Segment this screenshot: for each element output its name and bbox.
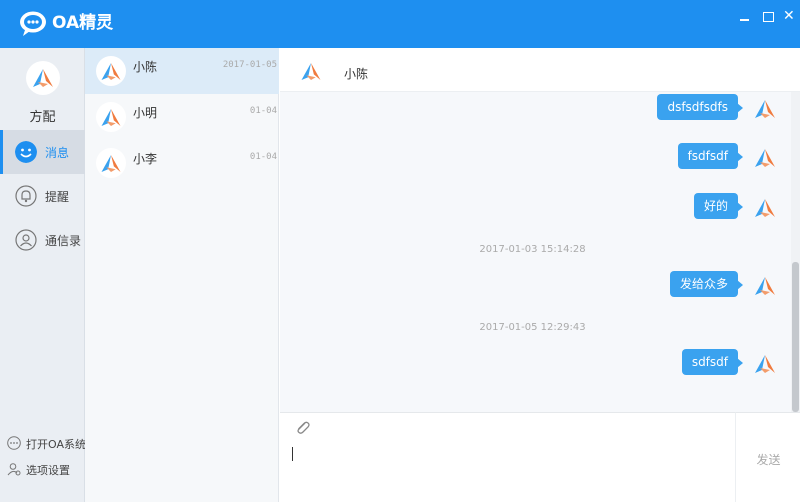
nav-label: 消息 xyxy=(45,146,70,160)
message-bubble[interactable]: 好的 xyxy=(693,193,744,219)
app-title: OA精灵 xyxy=(52,13,114,33)
send-area: 发送 xyxy=(735,412,800,502)
text-cursor xyxy=(292,447,293,461)
sender-avatar-icon xyxy=(755,355,775,373)
avatar xyxy=(96,102,126,132)
more-icon xyxy=(7,436,21,450)
send-button[interactable]: 发送 xyxy=(736,451,800,468)
message-bubble[interactable]: dsfsdfsdfs xyxy=(657,94,743,120)
avatar-logo-icon xyxy=(301,62,321,81)
chat-header: 小陈 xyxy=(280,48,800,92)
left-nav: 方配 消息 提醒 通信录 打开OA系统 选项设置 xyxy=(0,48,86,502)
paperclip-icon[interactable] xyxy=(293,419,311,437)
avatar-logo-icon xyxy=(33,69,53,87)
message-bubble[interactable]: fsdfsdf xyxy=(677,143,744,169)
message: fsdfsdf xyxy=(677,143,744,169)
nav-item-contacts[interactable]: 通信录 xyxy=(0,218,85,262)
maximize-button[interactable] xyxy=(761,9,775,23)
sender-avatar-icon xyxy=(755,277,775,295)
open-oa-system-link[interactable]: 打开OA系统 xyxy=(0,432,86,454)
avatar-logo-icon xyxy=(101,108,121,127)
smile-icon xyxy=(15,141,37,163)
minimize-button[interactable] xyxy=(738,9,752,23)
conversation-item[interactable]: 小李 01-04 xyxy=(85,140,279,186)
nav-label: 提醒 xyxy=(45,190,70,204)
contacts-icon xyxy=(15,229,37,251)
message-timestamp: 2017-01-03 15:14:28 xyxy=(479,244,586,255)
avatar xyxy=(296,56,326,86)
message-area[interactable]: dsfsdfsdfs fsdfsdf 好的 2017-01-03 15:14:2… xyxy=(280,92,800,412)
message-bubble[interactable]: 发给众多 xyxy=(669,271,744,297)
avatar xyxy=(96,148,126,178)
bell-icon xyxy=(15,185,37,207)
nav-item-reminders[interactable]: 提醒 xyxy=(0,174,85,218)
message: dsfsdfsdfs xyxy=(657,94,743,120)
message-timestamp: 2017-01-05 12:29:43 xyxy=(479,322,586,333)
nav-item-messages[interactable]: 消息 xyxy=(0,130,85,174)
sender-avatar-icon xyxy=(755,149,775,167)
settings-label: 选项设置 xyxy=(26,464,70,477)
conversation-date: 2017-01-05 xyxy=(222,60,277,70)
conversation-date: 01-04 xyxy=(249,106,277,116)
sender-avatar-icon xyxy=(755,100,775,118)
chat-bubble-logo-icon xyxy=(20,11,46,36)
conversation-date: 01-04 xyxy=(249,152,277,162)
message: 好的 xyxy=(693,193,744,219)
avatar-logo-icon xyxy=(101,62,121,81)
sender-avatar-icon xyxy=(755,199,775,217)
avatar xyxy=(96,56,126,86)
message: sdfsdf xyxy=(681,349,744,375)
conversation-name: 小明 xyxy=(133,106,158,120)
title-bar: OA精灵 ✕ xyxy=(0,0,800,48)
user-avatar[interactable] xyxy=(26,61,60,95)
conversation-item[interactable]: 小明 01-04 xyxy=(85,94,279,140)
scrollbar-thumb[interactable] xyxy=(792,262,799,412)
settings-user-icon xyxy=(7,463,21,476)
message-composer[interactable] xyxy=(280,412,735,502)
close-button[interactable]: ✕ xyxy=(783,9,797,23)
message: 发给众多 xyxy=(669,271,744,297)
message-scrollbar[interactable] xyxy=(791,92,800,412)
avatar-logo-icon xyxy=(101,154,121,173)
conversation-list: 小陈 2017-01-05 小明 01-04 小李 01-04 xyxy=(85,48,279,502)
conversation-name: 小李 xyxy=(133,152,158,166)
message-bubble[interactable]: sdfsdf xyxy=(681,349,744,375)
options-settings-link[interactable]: 选项设置 xyxy=(0,458,85,480)
conversation-name: 小陈 xyxy=(133,60,158,74)
chat-title: 小陈 xyxy=(344,67,369,81)
conversation-item[interactable]: 小陈 2017-01-05 xyxy=(85,48,279,94)
open-oa-label: 打开OA系统 xyxy=(26,438,86,451)
user-name: 方配 xyxy=(29,110,56,125)
nav-label: 通信录 xyxy=(45,234,82,248)
